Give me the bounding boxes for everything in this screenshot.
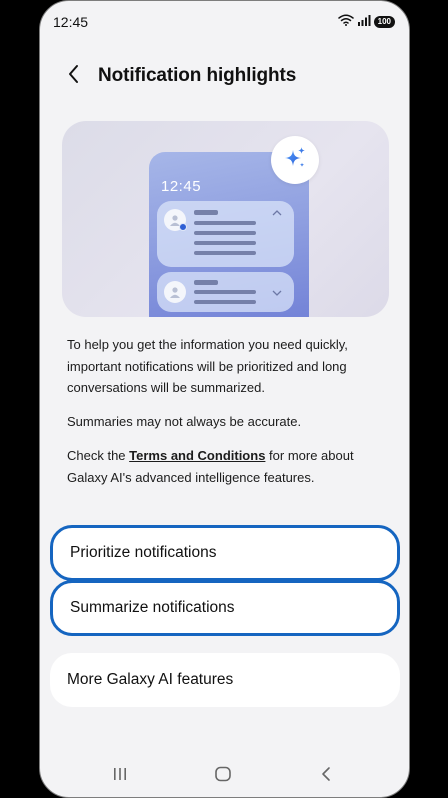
option-label: Prioritize notifications: [70, 544, 217, 561]
back-icon: [320, 766, 332, 787]
battery-icon: 100: [373, 16, 395, 28]
chevron-up-icon: [272, 207, 282, 219]
terms-paragraph: Check the Terms and Conditions for more …: [67, 445, 387, 488]
description-text: To help you get the information you need…: [67, 337, 348, 395]
header: Notification highlights: [40, 56, 409, 96]
status-time: 12:45: [53, 14, 89, 30]
recents-button[interactable]: [106, 765, 134, 787]
back-button[interactable]: [60, 62, 88, 90]
mock-line: [194, 210, 218, 215]
avatar-icon: [164, 281, 186, 303]
mock-notification-card: [157, 201, 294, 267]
terms-link[interactable]: Terms and Conditions: [129, 448, 265, 463]
mock-notification-card: [157, 272, 294, 312]
page-title: Notification highlights: [98, 65, 297, 86]
unread-dot-icon: [179, 223, 187, 231]
mock-line: [194, 251, 256, 255]
mock-time: 12:45: [161, 178, 202, 195]
home-icon: [214, 766, 232, 787]
mock-line: [194, 300, 256, 304]
terms-text-before: Check the: [67, 448, 130, 463]
mock-line: [194, 241, 256, 245]
mock-line: [194, 280, 218, 285]
accuracy-note: Summaries may not always be accurate.: [67, 414, 302, 429]
mock-line: [194, 290, 256, 294]
mock-line: [194, 221, 256, 225]
sparkle-icon: [282, 145, 308, 176]
chevron-down-icon: [272, 287, 282, 299]
recents-icon: [112, 767, 128, 786]
status-bar: 12:45 100: [40, 1, 409, 41]
wifi-icon: [337, 13, 354, 31]
navigation-bar: [40, 753, 409, 797]
signal-icon: [357, 13, 371, 31]
status-icons: 100: [337, 13, 395, 31]
home-button[interactable]: [209, 765, 237, 787]
chevron-left-icon: [67, 64, 81, 89]
option-label: Summarize notifications: [70, 599, 235, 616]
summarize-notifications-option[interactable]: Summarize notifications: [50, 580, 400, 636]
back-nav-button[interactable]: [312, 765, 340, 787]
phone-screen: 12:45 100 Notification highlights 12:45 …: [39, 0, 410, 798]
prioritize-notifications-option[interactable]: Prioritize notifications: [50, 525, 400, 581]
option-label: More Galaxy AI features: [67, 671, 234, 688]
sparkle-badge: [271, 136, 319, 184]
more-galaxy-ai-features-option[interactable]: More Galaxy AI features: [50, 653, 400, 707]
hero-illustration: 12:45: [62, 121, 389, 317]
mock-line: [194, 231, 256, 235]
